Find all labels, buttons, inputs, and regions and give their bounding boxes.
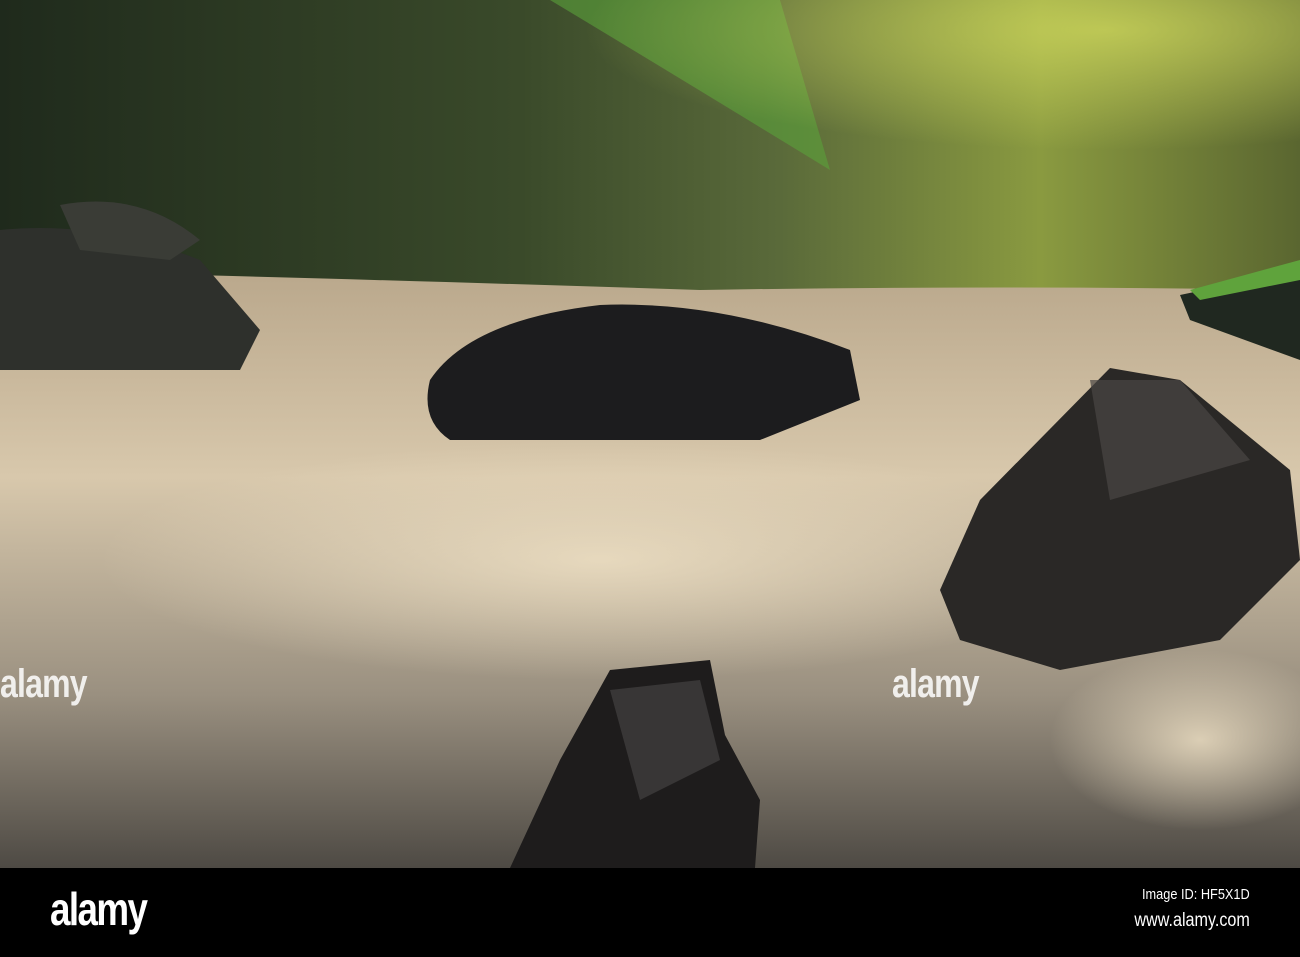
watermark-text: alamy: [0, 662, 88, 706]
image-id: Image ID: HF5X1D: [1142, 886, 1250, 903]
alamy-logo: alamy: [50, 883, 148, 935]
stock-photo-page: alamy alamy alamy Image ID: HF5X1D www.a…: [0, 0, 1300, 957]
footer-bar: alamy Image ID: HF5X1D www.alamy.com: [0, 868, 1300, 957]
watermark-text: alamy: [892, 662, 980, 706]
site-url: www.alamy.com: [1134, 910, 1250, 931]
river-rapids-photo: [0, 0, 1300, 868]
